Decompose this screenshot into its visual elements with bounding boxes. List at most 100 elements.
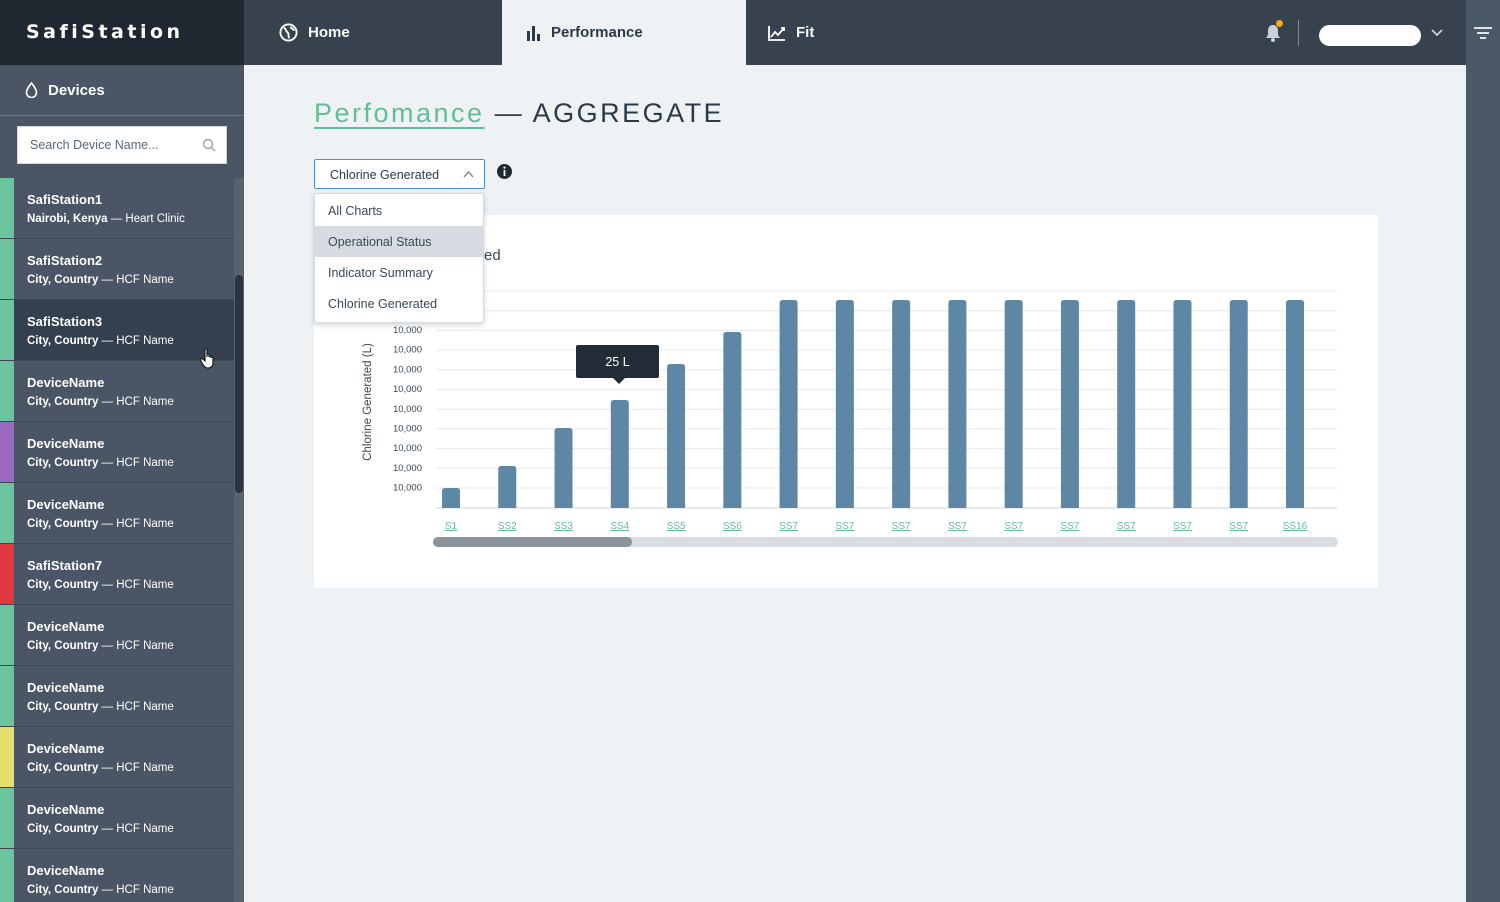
bar — [1173, 300, 1192, 508]
x-tick-label[interactable]: SS7 — [892, 521, 911, 532]
tab-home[interactable]: Home — [244, 0, 502, 65]
x-tick-label[interactable]: SS7 — [1004, 521, 1023, 532]
list-item[interactable]: SafiStation1 Nairobi, Kenya — Heart Clini… — [0, 178, 234, 239]
device-city: City, Country — [27, 762, 99, 774]
device-city: Nairobi, Kenya — [27, 213, 108, 225]
performance-link[interactable]: Perfomance — [314, 98, 485, 128]
dropdown-option[interactable]: Operational Status — [315, 226, 483, 257]
list-item[interactable]: DeviceName City, Country — HCF Name — [0, 605, 234, 666]
search-input[interactable]: Search Device Name... — [17, 126, 227, 164]
bar — [948, 300, 967, 508]
tab-performance[interactable]: Performance — [502, 0, 746, 65]
dropdown-option[interactable]: All Charts — [315, 195, 483, 226]
x-tick-label[interactable]: SS6 — [723, 521, 742, 532]
search-icon[interactable] — [202, 138, 216, 152]
x-tick-label[interactable]: S1 — [445, 521, 458, 532]
device-location: City, Country — HCF Name — [27, 518, 174, 530]
list-item[interactable]: DeviceName City, Country — HCF Name — [0, 849, 234, 902]
devices-sidebar: Devices Search Device Name... SafiStatio… — [0, 65, 244, 902]
chevron-down-icon[interactable] — [1430, 26, 1444, 40]
device-facility: HCF Name — [116, 823, 174, 835]
x-tick-label[interactable]: SS16 — [1283, 521, 1308, 532]
bar — [1286, 300, 1304, 508]
page-title-suffix: — AGGREGATE — [494, 98, 725, 128]
y-tick-label: 10,000 — [393, 424, 422, 435]
device-facility: HCF Name — [116, 274, 174, 286]
device-facility: HCF Name — [116, 640, 174, 652]
device-location: City, Country — HCF Name — [27, 396, 174, 408]
x-tick-label[interactable]: SS7 — [1229, 521, 1248, 532]
user-menu[interactable] — [1319, 25, 1421, 46]
bar — [723, 332, 742, 508]
dropdown-option[interactable]: Chlorine Generated — [315, 288, 483, 319]
device-location: City, Country — HCF Name — [27, 762, 174, 774]
x-tick-label[interactable]: SS3 — [554, 521, 573, 532]
bar — [554, 428, 573, 508]
chlorine-bar-chart: 10,000 10,000 10,000 10,000 10,000 10,000 10,0… — [362, 290, 1338, 547]
device-city: City, Country — [27, 457, 99, 469]
chart-select[interactable]: Chlorine Generated — [314, 159, 485, 189]
list-item[interactable]: SafiStation7 City, Country — HCF Name — [0, 544, 234, 605]
x-tick-label[interactable]: SS4 — [610, 521, 629, 532]
list-item[interactable]: DeviceName City, Country — HCF Name — [0, 361, 234, 422]
list-item[interactable]: SafiStation2 City, Country — HCF Name — [0, 239, 234, 300]
x-tick-label[interactable]: SS5 — [667, 521, 686, 532]
page-title: Perfomance — AGGREGATE — [314, 98, 724, 129]
bar — [1004, 300, 1023, 508]
x-tick-label[interactable]: SS7 — [948, 521, 967, 532]
device-list: SafiStation1 Nairobi, Kenya — Heart Clini… — [0, 178, 234, 902]
chevron-up-icon — [463, 170, 474, 178]
tab-fit[interactable]: Fit — [746, 0, 946, 65]
notification-dot — [1275, 19, 1284, 28]
brand-logo[interactable]: SafiStation — [0, 0, 244, 65]
device-city: City, Country — [27, 701, 99, 713]
device-city: City, Country — [27, 640, 99, 652]
x-tick-label[interactable]: SS7 — [1117, 521, 1136, 532]
list-item[interactable]: DeviceName City, Country — HCF Name — [0, 422, 234, 483]
list-item[interactable]: DeviceName City, Country — HCF Name — [0, 788, 234, 849]
bar-tooltip: 25 L — [576, 345, 659, 384]
device-facility: HCF Name — [116, 884, 174, 896]
status-stripe — [0, 544, 14, 604]
sidebar-scrollbar-thumb[interactable] — [235, 275, 243, 493]
globe-icon — [279, 23, 298, 42]
x-tick-label[interactable]: SS7 — [779, 521, 798, 532]
device-city: City, Country — [27, 823, 99, 835]
y-axis-label: Chlorine Generated (L) — [362, 343, 374, 461]
sidebar-title: Devices — [48, 81, 105, 99]
sidebar-header: Devices — [0, 65, 244, 116]
device-facility: HCF Name — [116, 335, 174, 347]
device-name: SafiStation7 — [27, 558, 103, 573]
right-rail — [1466, 0, 1500, 902]
x-tick-label[interactable]: SS7 — [1173, 521, 1192, 532]
device-name: SafiStation1 — [27, 192, 103, 207]
info-icon[interactable] — [496, 163, 513, 180]
x-tick-label[interactable]: SS2 — [498, 521, 517, 532]
device-location: City, Country — HCF Name — [27, 823, 174, 835]
list-item[interactable]: DeviceName City, Country — HCF Name — [0, 666, 234, 727]
y-tick-label: 10,000 — [393, 384, 422, 395]
device-location: City, Country — HCF Name — [27, 884, 174, 896]
device-facility: HCF Name — [116, 579, 174, 591]
device-facility: HCF Name — [116, 396, 174, 408]
x-tick-label[interactable]: SS7 — [1060, 521, 1079, 532]
filter-icon[interactable] — [1473, 25, 1493, 41]
y-tick-label: 10,000 — [393, 483, 422, 494]
y-tick-label: 10,000 — [393, 463, 422, 474]
status-stripe — [0, 666, 14, 726]
device-name: DeviceName — [27, 375, 105, 390]
drop-icon — [25, 82, 38, 98]
top-navbar: SafiStation Home Performance Fit — [0, 0, 1466, 65]
device-city: City, Country — [27, 518, 99, 530]
x-tick-label[interactable]: SS7 — [835, 521, 854, 532]
bar — [892, 300, 911, 508]
bar — [1229, 300, 1248, 508]
device-name: DeviceName — [27, 802, 105, 817]
tab-fit-label: Fit — [796, 24, 815, 41]
list-item[interactable]: DeviceName City, Country — HCF Name — [0, 727, 234, 788]
dropdown-option[interactable]: Indicator Summary — [315, 257, 483, 288]
status-stripe — [0, 239, 14, 299]
bar — [667, 364, 686, 508]
list-item[interactable]: DeviceName City, Country — HCF Name — [0, 483, 234, 544]
chart-select-value: Chlorine Generated — [330, 168, 440, 182]
